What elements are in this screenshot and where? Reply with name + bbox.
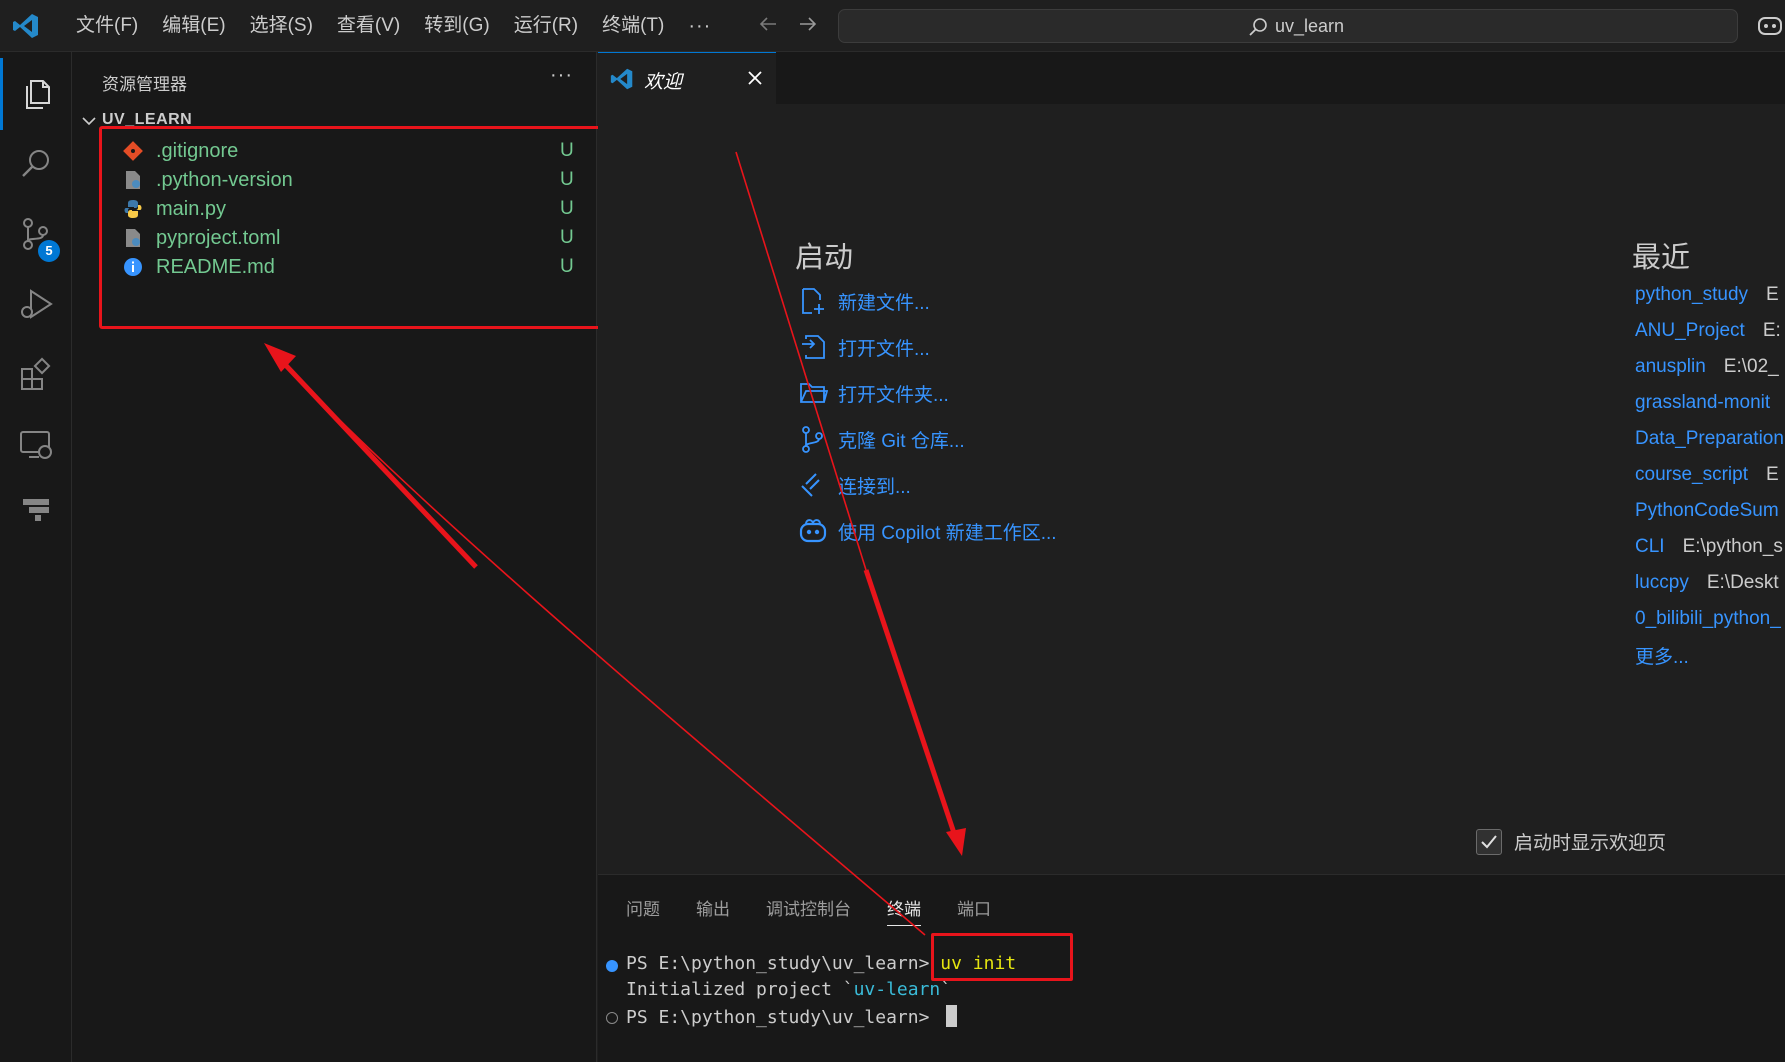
checkbox[interactable] (1476, 828, 1502, 855)
layout-icon (23, 499, 49, 521)
menu-file[interactable]: 文件(F) (64, 0, 150, 52)
connect-to-label: 连接到... (838, 476, 911, 498)
activity-bar: 5 (0, 52, 72, 1062)
scm-count-badge: 5 (38, 240, 60, 262)
close-icon[interactable] (744, 67, 766, 89)
command-success-dot (606, 960, 618, 972)
remote-explorer-button[interactable] (0, 408, 72, 480)
annotation-box-command (931, 933, 1073, 981)
vscode-logo-icon (13, 14, 38, 38)
check-icon (1481, 834, 1497, 848)
tab-ports[interactable]: 端口 (957, 895, 991, 926)
copilot-workspace-label: 使用 Copilot 新建工作区... (838, 522, 1057, 544)
menu-view[interactable]: 查看(V) (325, 0, 412, 52)
connect-to-link[interactable]: 连接到... (798, 468, 911, 502)
sidebar-title: 资源管理器 (102, 75, 187, 94)
terminal-cursor (946, 1005, 958, 1027)
more-recent-link[interactable]: 更多... (1635, 642, 1689, 669)
menu-selection[interactable]: 选择(S) (238, 0, 325, 52)
show-welcome-label: 启动时显示欢迎页 (1514, 833, 1667, 854)
forward-arrow-icon[interactable] (796, 12, 820, 36)
bottom-panel: 问题 输出 调试控制台 终端 端口 PS E:\python_study\uv_… (598, 874, 1785, 1062)
recent-item[interactable]: python_study E (1635, 284, 1779, 314)
tab-output[interactable]: 输出 (696, 895, 730, 926)
tab-debug-console[interactable]: 调试控制台 (766, 895, 851, 926)
search-text: uv_learn (1275, 16, 1345, 36)
start-section-title: 启动 (795, 242, 854, 274)
recent-item[interactable]: PythonCodeSum (1635, 500, 1785, 530)
new-file-label: 新建文件... (838, 292, 930, 314)
clone-git-label: 克隆 Git 仓库... (838, 430, 965, 452)
files-icon (25, 80, 50, 109)
source-control-button[interactable]: 5 (0, 198, 72, 270)
folder-open-icon (800, 383, 828, 403)
open-folder-link[interactable]: 打开文件夹... (798, 376, 949, 410)
new-file-icon (802, 288, 824, 314)
terminal-line: Initialized project `uv-learn` (626, 979, 952, 1000)
back-arrow-icon[interactable] (756, 12, 780, 36)
chevron-down-icon (82, 117, 96, 126)
recent-item[interactable]: course_script E (1635, 464, 1779, 494)
editor-tab-bar: 欢迎 (598, 52, 1785, 104)
extensions-icon (21, 357, 51, 390)
annotation-box-files (99, 126, 603, 329)
command-center-search[interactable]: uv_learn (838, 9, 1738, 43)
open-folder-label: 打开文件夹... (838, 384, 949, 406)
recent-item[interactable]: anusplin E:\02_ (1635, 356, 1779, 386)
show-welcome-on-startup[interactable]: 启动时显示欢迎页 (1476, 828, 1666, 855)
command-pending-dot (606, 1012, 618, 1024)
extensions-button[interactable] (0, 338, 72, 410)
tab-label: 欢迎 (644, 72, 683, 93)
tab-problems[interactable]: 问题 (626, 895, 660, 926)
run-debug-icon (21, 289, 53, 319)
vscode-logo-icon (610, 68, 633, 90)
git-branch-icon (802, 426, 823, 453)
menu-go[interactable]: 转到(G) (412, 0, 501, 52)
clone-git-link[interactable]: 克隆 Git 仓库... (798, 422, 965, 456)
remote-explorer-icon (20, 431, 52, 459)
recent-item[interactable]: grassland-monit (1635, 392, 1785, 422)
menu-terminal[interactable]: 终端(T) (590, 0, 676, 52)
recent-item[interactable]: luccpy E:\Deskt (1635, 572, 1779, 602)
menu-bar: 文件(F) 编辑(E) 选择(S) 查看(V) 转到(G) 运行(R) 终端(T… (64, 0, 723, 52)
recent-item[interactable]: Data_Preparation (1635, 428, 1785, 458)
run-debug-button[interactable] (0, 268, 72, 340)
terminal-line: PS E:\python_study\uv_learn> (626, 1005, 958, 1031)
search-icon (22, 150, 49, 177)
recent-item[interactable]: ANU_Project E: (1635, 320, 1781, 350)
nav-arrows (756, 12, 820, 36)
open-file-icon (802, 335, 825, 359)
copilot-icon (799, 519, 827, 543)
panel-view-button[interactable] (0, 472, 72, 544)
recent-item[interactable]: 0_bilibili_python_ (1635, 608, 1785, 638)
welcome-page: 启动 新建文件... 打开文件... 打开文件夹... 克隆 Git 仓库...… (598, 104, 1785, 874)
copilot-icon[interactable] (1756, 12, 1784, 40)
open-file-label: 打开文件... (838, 338, 930, 360)
copilot-workspace-link[interactable]: 使用 Copilot 新建工作区... (798, 514, 1057, 548)
remote-connect-icon (801, 473, 820, 497)
menu-edit[interactable]: 编辑(E) (150, 0, 237, 52)
tab-welcome[interactable]: 欢迎 (598, 52, 776, 104)
menu-run[interactable]: 运行(R) (502, 0, 590, 52)
recent-section-title: 最近 (1632, 242, 1691, 274)
explorer-button[interactable] (0, 58, 72, 130)
new-file-link[interactable]: 新建文件... (798, 284, 930, 318)
panel-tabs: 问题 输出 调试控制台 终端 端口 (626, 895, 1027, 926)
search-icon (1249, 18, 1267, 36)
open-file-link[interactable]: 打开文件... (798, 330, 930, 364)
search-button[interactable] (0, 128, 72, 200)
tab-terminal[interactable]: 终端 (887, 895, 921, 926)
title-bar: 文件(F) 编辑(E) 选择(S) 查看(V) 转到(G) 运行(R) 终端(T… (0, 0, 1785, 52)
sidebar-more-button[interactable]: ··· (550, 64, 573, 87)
menu-more-button[interactable]: ··· (676, 0, 723, 52)
recent-item[interactable]: CLI E:\python_s (1635, 536, 1783, 566)
